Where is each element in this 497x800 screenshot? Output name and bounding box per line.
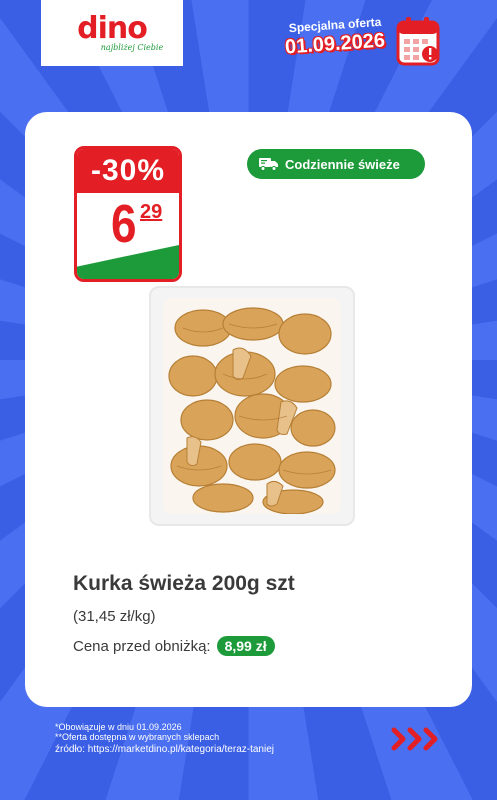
special-offer-header: Specjalna oferta 01.09.2026 xyxy=(284,15,385,59)
triple-chevron-right-icon[interactable] xyxy=(390,726,446,752)
previous-price-label: Cena przed obniżką: xyxy=(73,637,211,655)
chanterelle-mushrooms-illustration xyxy=(163,298,341,514)
footnotes: *Obowiązuje w dniu 01.09.2026 **Oferta d… xyxy=(55,722,274,755)
product-name: Kurka świeża 200g szt xyxy=(73,572,295,595)
price-decimal: 29 xyxy=(140,201,163,223)
price-integer: 6 xyxy=(111,194,137,254)
price-area: 6 29 xyxy=(77,193,179,255)
previous-price-value: 8,99 zł xyxy=(216,636,275,656)
unit-price: (31,45 zł/kg) xyxy=(73,608,156,625)
validity-note: *Obowiązuje w dniu 01.09.2026 xyxy=(55,722,182,732)
mushroom-tray xyxy=(163,298,341,514)
calendar-alert-icon xyxy=(396,17,440,66)
dino-logo[interactable]: dino najbliżej Ciebie xyxy=(41,0,183,66)
logo-wordmark: dino xyxy=(77,11,148,46)
delivery-truck-icon xyxy=(259,158,278,171)
product-card[interactable]: -30% 6 29 Codziennie świeże Kurka świeża… xyxy=(25,112,472,707)
product-image[interactable] xyxy=(149,286,355,526)
discount-percent: -30% xyxy=(77,149,179,193)
source-link[interactable]: źródło: https://marketdino.pl/kategoria/… xyxy=(55,744,274,755)
fresh-daily-badge: Codziennie świeże xyxy=(247,149,425,179)
availability-note: **Oferta dostępna w wybranych sklepach xyxy=(55,732,220,742)
discount-price-badge: -30% 6 29 xyxy=(74,146,182,282)
previous-price-row: Cena przed obniżką: 8,99 zł xyxy=(73,636,275,656)
fresh-daily-label: Codziennie świeże xyxy=(285,156,400,172)
logo-tagline: najbliżej Ciebie xyxy=(100,43,164,52)
